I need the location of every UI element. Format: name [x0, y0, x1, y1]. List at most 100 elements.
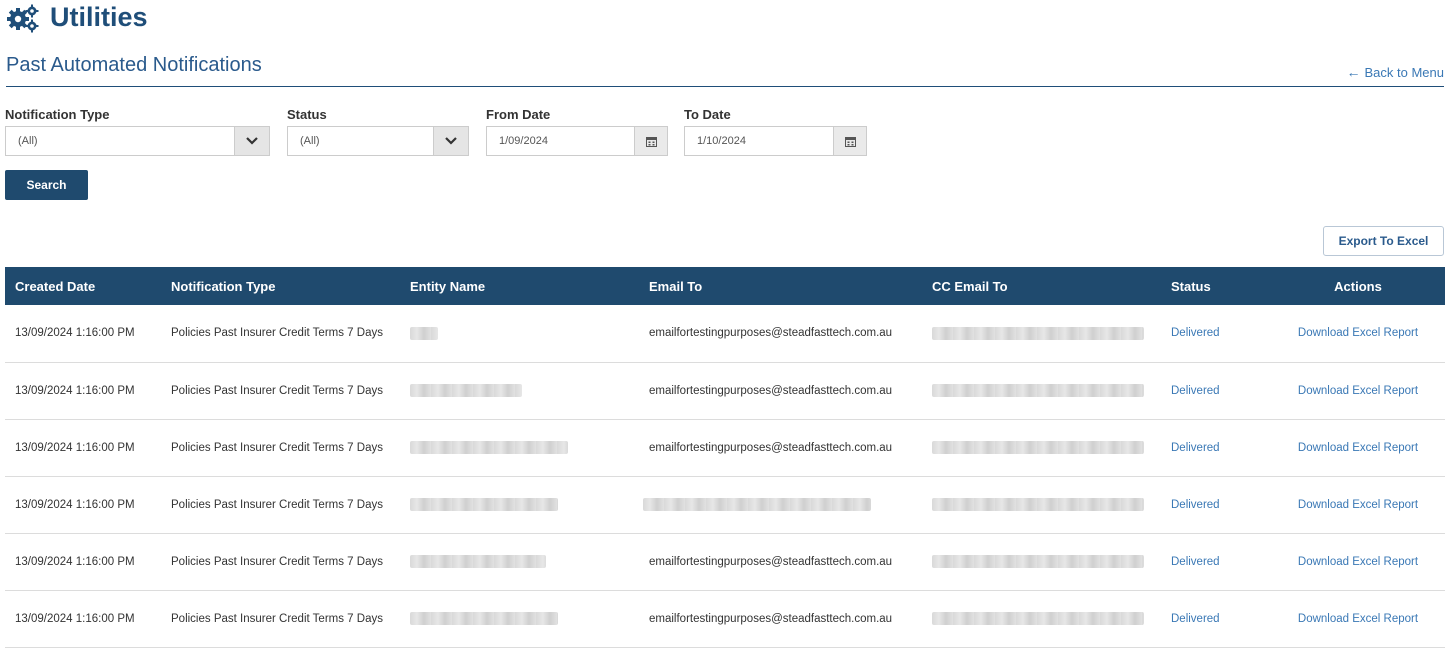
column-header: Actions [1271, 267, 1445, 305]
back-to-menu-link[interactable]: ← Back to Menu [1347, 64, 1445, 80]
calendar-icon[interactable] [634, 127, 667, 155]
status-cell: Delivered [1161, 590, 1271, 648]
section-header: Past Automated Notifications ← Back to M… [6, 54, 1444, 87]
redacted-text [932, 498, 1144, 511]
table-row: 13/09/2024 1:16:00 PM Policies Past Insu… [5, 362, 1445, 420]
created-date-cell: 13/09/2024 1:16:00 PM [5, 362, 161, 420]
table-row: 13/09/2024 1:16:00 PM Policies Past Insu… [5, 305, 1445, 363]
entity-name-cell [400, 476, 639, 534]
export-to-excel-button[interactable]: Export To Excel [1323, 226, 1444, 256]
column-header[interactable]: CC Email To [922, 267, 1161, 305]
notification-type-value: (All) [18, 135, 38, 147]
notification-type-cell: Policies Past Insurer Credit Terms 7 Day… [161, 362, 400, 420]
redacted-text [932, 326, 1144, 340]
arrow-left-icon: ← [1346, 64, 1361, 80]
redacted-text [932, 555, 1144, 568]
to-date-filter: To Date 1/10/2024 [684, 106, 867, 156]
chevron-down-icon[interactable] [234, 127, 269, 155]
status-link[interactable]: Delivered [1171, 556, 1220, 568]
entity-name-cell [400, 590, 639, 648]
entity-name-cell [400, 305, 639, 363]
cc-email-cell [922, 476, 1161, 534]
column-header[interactable]: Status [1161, 267, 1271, 305]
created-date-cell: 13/09/2024 1:16:00 PM [5, 476, 161, 534]
back-to-menu-label: Back to Menu [1364, 64, 1445, 80]
chevron-down-icon[interactable] [433, 127, 468, 155]
redacted-text [932, 384, 1144, 397]
to-date-value: 1/10/2024 [697, 135, 746, 147]
cc-email-cell [922, 305, 1161, 363]
notification-type-cell: Policies Past Insurer Credit Terms 7 Day… [161, 419, 400, 477]
entity-name-cell [400, 419, 639, 477]
notification-type-cell: Policies Past Insurer Credit Terms 7 Day… [161, 305, 400, 363]
download-excel-report-link[interactable]: Download Excel Report [1298, 556, 1418, 568]
status-link[interactable]: Delivered [1171, 613, 1220, 625]
to-date-label: To Date [684, 107, 731, 122]
cc-email-cell [922, 362, 1161, 420]
status-link[interactable]: Delivered [1171, 327, 1220, 339]
redacted-text [410, 441, 568, 454]
from-date-filter: From Date 1/09/2024 [486, 106, 668, 156]
cc-email-cell [922, 533, 1161, 591]
status-link[interactable]: Delivered [1171, 385, 1220, 397]
entity-name-cell [400, 362, 639, 420]
download-excel-report-link[interactable]: Download Excel Report [1298, 442, 1418, 454]
redacted-text [643, 498, 871, 511]
created-date-cell: 13/09/2024 1:16:00 PM [5, 590, 161, 648]
actions-cell: Download Excel Report [1271, 419, 1445, 477]
download-excel-report-link[interactable]: Download Excel Report [1298, 327, 1418, 339]
email-to-cell: emailfortestingpurposes@steadfasttech.co… [639, 533, 922, 591]
calendar-icon[interactable] [833, 127, 866, 155]
column-header[interactable]: Notification Type [161, 267, 400, 305]
status-select[interactable]: (All) [287, 126, 469, 156]
notification-type-cell: Policies Past Insurer Credit Terms 7 Day… [161, 533, 400, 591]
notification-type-select[interactable]: (All) [5, 126, 270, 156]
gears-icon [7, 4, 39, 32]
from-date-value: 1/09/2024 [499, 135, 548, 147]
page-header: Utilities [6, 2, 148, 33]
redacted-text [932, 441, 1144, 454]
actions-cell: Download Excel Report [1271, 590, 1445, 648]
section-title: Past Automated Notifications [6, 54, 262, 76]
table-row: 13/09/2024 1:16:00 PM Policies Past Insu… [5, 419, 1445, 477]
download-excel-report-link[interactable]: Download Excel Report [1298, 499, 1418, 511]
email-to-cell: emailfortestingpurposes@steadfasttech.co… [639, 305, 922, 363]
table-row: 13/09/2024 1:16:00 PM Policies Past Insu… [5, 476, 1445, 534]
status-label: Status [287, 107, 327, 122]
cc-email-cell [922, 419, 1161, 477]
entity-name-cell [400, 533, 639, 591]
redacted-text [410, 555, 546, 568]
notification-type-label: Notification Type [5, 107, 110, 122]
status-cell: Delivered [1161, 476, 1271, 534]
created-date-cell: 13/09/2024 1:16:00 PM [5, 305, 161, 363]
redacted-text [410, 326, 438, 340]
filter-bar: Notification Type (All) Status (All) Fro… [0, 106, 1446, 166]
to-date-input[interactable]: 1/10/2024 [684, 126, 867, 156]
actions-cell: Download Excel Report [1271, 533, 1445, 591]
column-header[interactable]: Entity Name [400, 267, 639, 305]
email-to-cell [639, 476, 922, 534]
status-link[interactable]: Delivered [1171, 499, 1220, 511]
status-cell: Delivered [1161, 533, 1271, 591]
notifications-table: Created Date Notification Type Entity Na… [5, 267, 1445, 648]
email-to-cell: emailfortestingpurposes@steadfasttech.co… [639, 419, 922, 477]
table-row: 13/09/2024 1:16:00 PM Policies Past Insu… [5, 590, 1445, 648]
column-header[interactable]: Email To [639, 267, 922, 305]
redacted-text [410, 612, 558, 625]
notification-type-cell: Policies Past Insurer Credit Terms 7 Day… [161, 476, 400, 534]
actions-cell: Download Excel Report [1271, 476, 1445, 534]
status-cell: Delivered [1161, 362, 1271, 420]
table-header-row: Created Date Notification Type Entity Na… [5, 267, 1445, 305]
status-cell: Delivered [1161, 419, 1271, 477]
from-date-input[interactable]: 1/09/2024 [486, 126, 668, 156]
cc-email-cell [922, 590, 1161, 648]
download-excel-report-link[interactable]: Download Excel Report [1298, 613, 1418, 625]
download-excel-report-link[interactable]: Download Excel Report [1298, 385, 1418, 397]
status-link[interactable]: Delivered [1171, 442, 1220, 454]
actions-cell: Download Excel Report [1271, 305, 1445, 363]
search-button[interactable]: Search [5, 170, 88, 200]
email-to-cell: emailfortestingpurposes@steadfasttech.co… [639, 590, 922, 648]
notification-type-cell: Policies Past Insurer Credit Terms 7 Day… [161, 590, 400, 648]
redacted-text [932, 612, 1144, 625]
column-header[interactable]: Created Date [5, 267, 161, 305]
